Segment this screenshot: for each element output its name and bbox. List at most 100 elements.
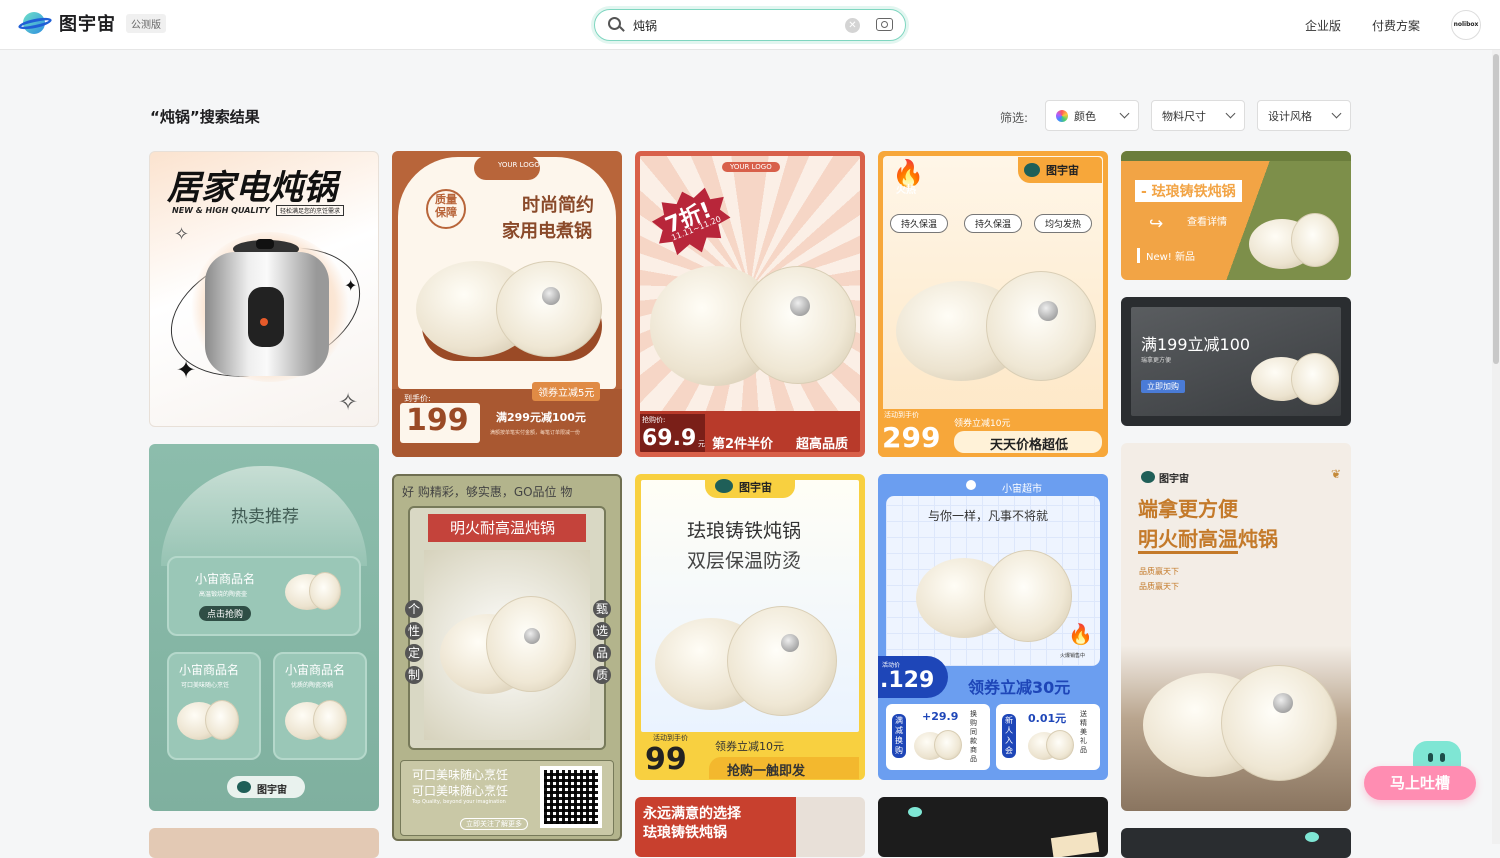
planet-logo-icon bbox=[17, 10, 53, 36]
template-card[interactable]: 🔥 火热 图宇宙 持久保温 持久保温 均匀发热 活动到手价 领券立减10元 29… bbox=[878, 151, 1108, 457]
template-card[interactable] bbox=[1121, 828, 1351, 858]
lid-knob bbox=[524, 628, 540, 644]
coupon-tag: 领券立减10元 bbox=[954, 419, 1011, 429]
side-char: 性 bbox=[405, 622, 423, 640]
cooker-panel bbox=[248, 287, 284, 347]
top-bar: 图宇宙 公测版 ✕ 企业版 付费方案 nolibox bbox=[0, 0, 1500, 50]
side-char: 选 bbox=[593, 622, 611, 640]
template-card[interactable]: 热卖推荐 小宙商品名 高温锻烧的陶瓷壶 点击抢购 小宙商品名 可口美味随心烹饪 … bbox=[149, 444, 379, 811]
nav-enterprise[interactable]: 企业版 bbox=[1305, 17, 1341, 34]
chevron-down-icon bbox=[1119, 108, 1130, 119]
ticket bbox=[1050, 831, 1100, 857]
add-to-cart-button[interactable]: 立即加购 bbox=[1141, 380, 1185, 393]
results-title: “炖锅”搜索结果 bbox=[150, 108, 260, 126]
filter-style[interactable]: 设计风格 bbox=[1257, 100, 1351, 131]
card-sub: 瑞拿更方便 bbox=[1141, 357, 1172, 364]
headline: 与你一样，凡事不将就 bbox=[928, 509, 1049, 523]
template-card[interactable]: 居家电炖锅 NEW & HIGH QUALITY 轻松满足您的烹饪需求 ✧ ✦ … bbox=[149, 151, 379, 427]
scrollbar[interactable] bbox=[1492, 50, 1500, 844]
deal-price: 0.01元 bbox=[1028, 712, 1067, 725]
feedback-button[interactable]: 马上吐槽 bbox=[1364, 766, 1476, 800]
hot-text: 火热 bbox=[896, 185, 916, 196]
deal-note: 满额按单笔实付金额，每笔订单限减一份 bbox=[490, 430, 581, 436]
pot-lid-image bbox=[986, 271, 1096, 381]
template-card[interactable]: 小宙超市 与你一样，凡事不将就 🔥 火爆销售中 活动价 .129 领券立减30元… bbox=[878, 474, 1108, 780]
logo-text: 图宇宙 bbox=[1159, 474, 1189, 485]
template-card[interactable] bbox=[149, 828, 379, 858]
deal-desc: 送精美礼品 bbox=[1080, 710, 1087, 754]
template-card[interactable]: 永远满意的选择 珐琅铸铁炖锅 bbox=[635, 797, 865, 857]
logo-text: 图宇宙 bbox=[739, 481, 772, 494]
card-line2: 家用电煮锅 bbox=[502, 221, 592, 242]
deal-price: +29.9 bbox=[922, 710, 959, 723]
deal-tag: 满减换购 bbox=[892, 714, 906, 758]
pot-lid-image bbox=[1291, 213, 1339, 267]
coupon-text: 领券立减30元 bbox=[968, 678, 1071, 697]
camera-icon[interactable] bbox=[876, 18, 893, 31]
card-line1: 珐琅铸铁炖锅 bbox=[687, 520, 802, 542]
template-card[interactable]: YOUR LOGO 7折! 11.11~11.20 抢购价: 69.9 元 第2… bbox=[635, 151, 865, 457]
pot-lid-image bbox=[1221, 665, 1337, 781]
logo-text: YOUR LOGO bbox=[498, 161, 540, 169]
deal-text: 第2件半价 bbox=[712, 437, 774, 452]
slogan-text: 超高品质 bbox=[796, 437, 849, 452]
card-line2: 明火耐高温炖锅 bbox=[1138, 527, 1278, 551]
lid-knob bbox=[781, 634, 799, 652]
follow-button[interactable]: 立即关注了解更多 bbox=[460, 818, 528, 830]
coupon-tag: 领券立减5元 bbox=[532, 382, 601, 401]
pot-lid-image bbox=[1291, 353, 1339, 405]
small-text: Top Quality, beyond your imagination bbox=[412, 799, 506, 805]
template-card[interactable]: 图宇宙 珐琅铸铁炖锅 双层保温防烫 活动到手价 99 领券立减10元 抢购一触即… bbox=[635, 474, 865, 780]
pot-lid-image bbox=[486, 596, 576, 692]
shop-name: 小宙超市 bbox=[1002, 484, 1042, 495]
coupon-tag: 领券立减10元 bbox=[715, 740, 784, 753]
card-title: - 珐琅铸铁炖锅 bbox=[1135, 180, 1242, 202]
nav-pricing[interactable]: 付费方案 bbox=[1372, 17, 1420, 34]
side-char: 品 bbox=[593, 644, 611, 662]
color-wheel-icon bbox=[1056, 109, 1068, 122]
template-card[interactable]: - 珐琅铸铁炖锅 ↪ 查看详情 New! 新品 bbox=[1121, 151, 1351, 280]
price-label: 活动到手价 bbox=[884, 411, 919, 419]
price-value: 299 bbox=[882, 421, 941, 454]
banner-text: 好 购精彩，够实惠，GO品位 物 bbox=[402, 485, 573, 499]
avatar[interactable]: nolibox bbox=[1451, 10, 1481, 40]
sparkle-icon: ✦ bbox=[344, 276, 358, 295]
deal-text: 满299元减100元 bbox=[496, 411, 586, 424]
logo-text: 图宇宙 bbox=[1046, 164, 1079, 177]
item-name: 小宙商品名 bbox=[179, 663, 240, 677]
card-line1: 端拿更方便 bbox=[1138, 497, 1238, 521]
side-char: 甄 bbox=[593, 600, 611, 618]
item-desc: 优质的陶瓷汤锅 bbox=[291, 682, 334, 689]
line2: 可口美味随心烹饪 bbox=[412, 784, 509, 798]
desc-text: 品质赢天下 bbox=[1139, 567, 1179, 576]
logo-text: YOUR LOGO bbox=[722, 162, 780, 172]
template-card[interactable]: 好 购精彩，够实惠，GO品位 物 明火耐高温炖锅 个 性 定 制 甄 选 品 质… bbox=[392, 474, 622, 841]
price-label: 抢购价: bbox=[642, 416, 666, 424]
planet-logo-icon bbox=[908, 807, 922, 817]
cooker-knob bbox=[256, 239, 274, 249]
slogan-text: 抢购一触即发 bbox=[727, 764, 806, 779]
card-title: 居家电炖锅 bbox=[167, 168, 337, 208]
search-bar[interactable]: ✕ bbox=[594, 9, 906, 41]
logo[interactable]: 图宇宙 公测版 bbox=[17, 10, 166, 36]
deal-desc: 换购同款商品 bbox=[970, 710, 977, 763]
arrow-icon: ↪ bbox=[1149, 214, 1164, 234]
side-char: 质 bbox=[593, 666, 611, 684]
divider bbox=[1138, 551, 1238, 554]
planet-logo-icon bbox=[1141, 471, 1155, 483]
buy-button[interactable]: 点击抢购 bbox=[199, 606, 252, 621]
template-card[interactable]: 图宇宙 ❦ 端拿更方便 明火耐高温炖锅 品质赢天下 品质赢天下 bbox=[1121, 443, 1351, 811]
card-subtitle: NEW & HIGH QUALITY bbox=[172, 206, 270, 215]
clear-icon[interactable]: ✕ bbox=[845, 18, 860, 33]
template-card[interactable]: 满199立减100 瑞拿更方便 立即加购 bbox=[1121, 297, 1351, 426]
planet-logo-icon bbox=[1024, 163, 1040, 177]
search-input[interactable] bbox=[633, 16, 823, 34]
scrollbar-thumb[interactable] bbox=[1493, 54, 1499, 364]
item-name: 小宙商品名 bbox=[285, 663, 346, 677]
template-card[interactable] bbox=[878, 797, 1108, 857]
filter-size[interactable]: 物料尺寸 bbox=[1151, 100, 1245, 131]
planet-logo-icon bbox=[966, 480, 976, 490]
template-card[interactable]: YOUR LOGO 质量保障 时尚简约 家用电煮锅 领券立减5元 到手价: 19… bbox=[392, 151, 622, 457]
side-char: 个 bbox=[405, 600, 423, 618]
filter-color[interactable]: 颜色 bbox=[1045, 100, 1139, 131]
